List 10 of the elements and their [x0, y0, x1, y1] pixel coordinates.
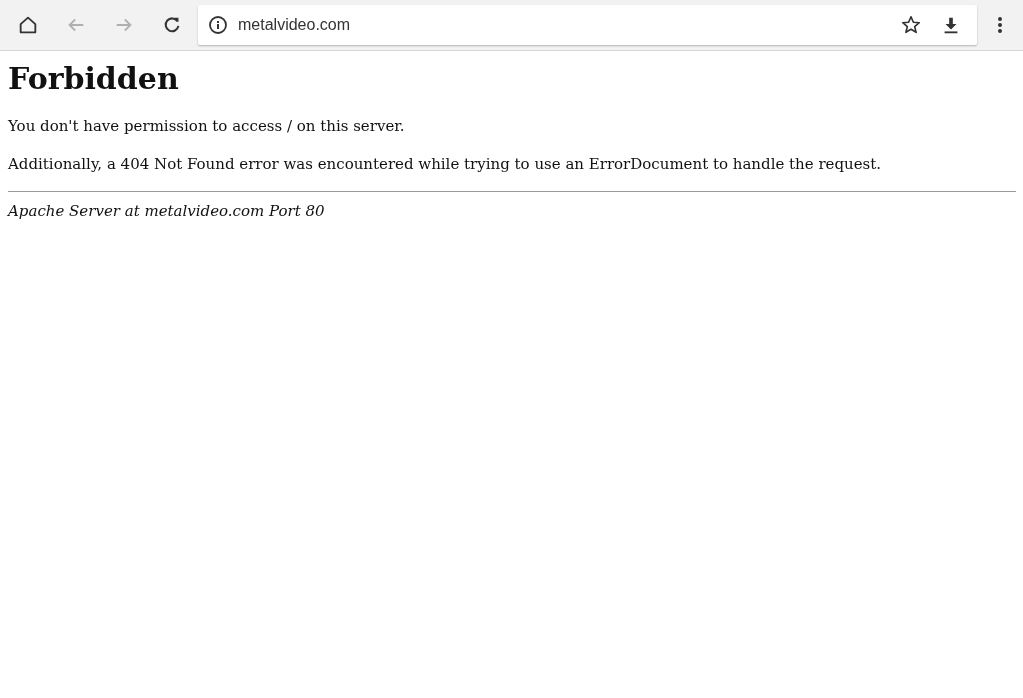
- menu-icon: [997, 16, 1003, 34]
- address-bar[interactable]: metalvideo.com: [198, 5, 977, 45]
- error-message: Additionally, a 404 Not Found error was encountered while trying to use an ErrorDocument to handle the request.: [8, 154, 883, 175]
- server-signature: Apache Server at metalvideo.com Port 80: [8, 201, 326, 222]
- star-icon: [900, 14, 922, 36]
- url-text: metalvideo.com: [238, 16, 352, 34]
- home-icon: [17, 14, 39, 36]
- info-icon: [208, 15, 228, 35]
- error-message: You don't have permission to access / on this server.: [8, 116, 406, 137]
- page-heading: Forbidden: [8, 61, 180, 97]
